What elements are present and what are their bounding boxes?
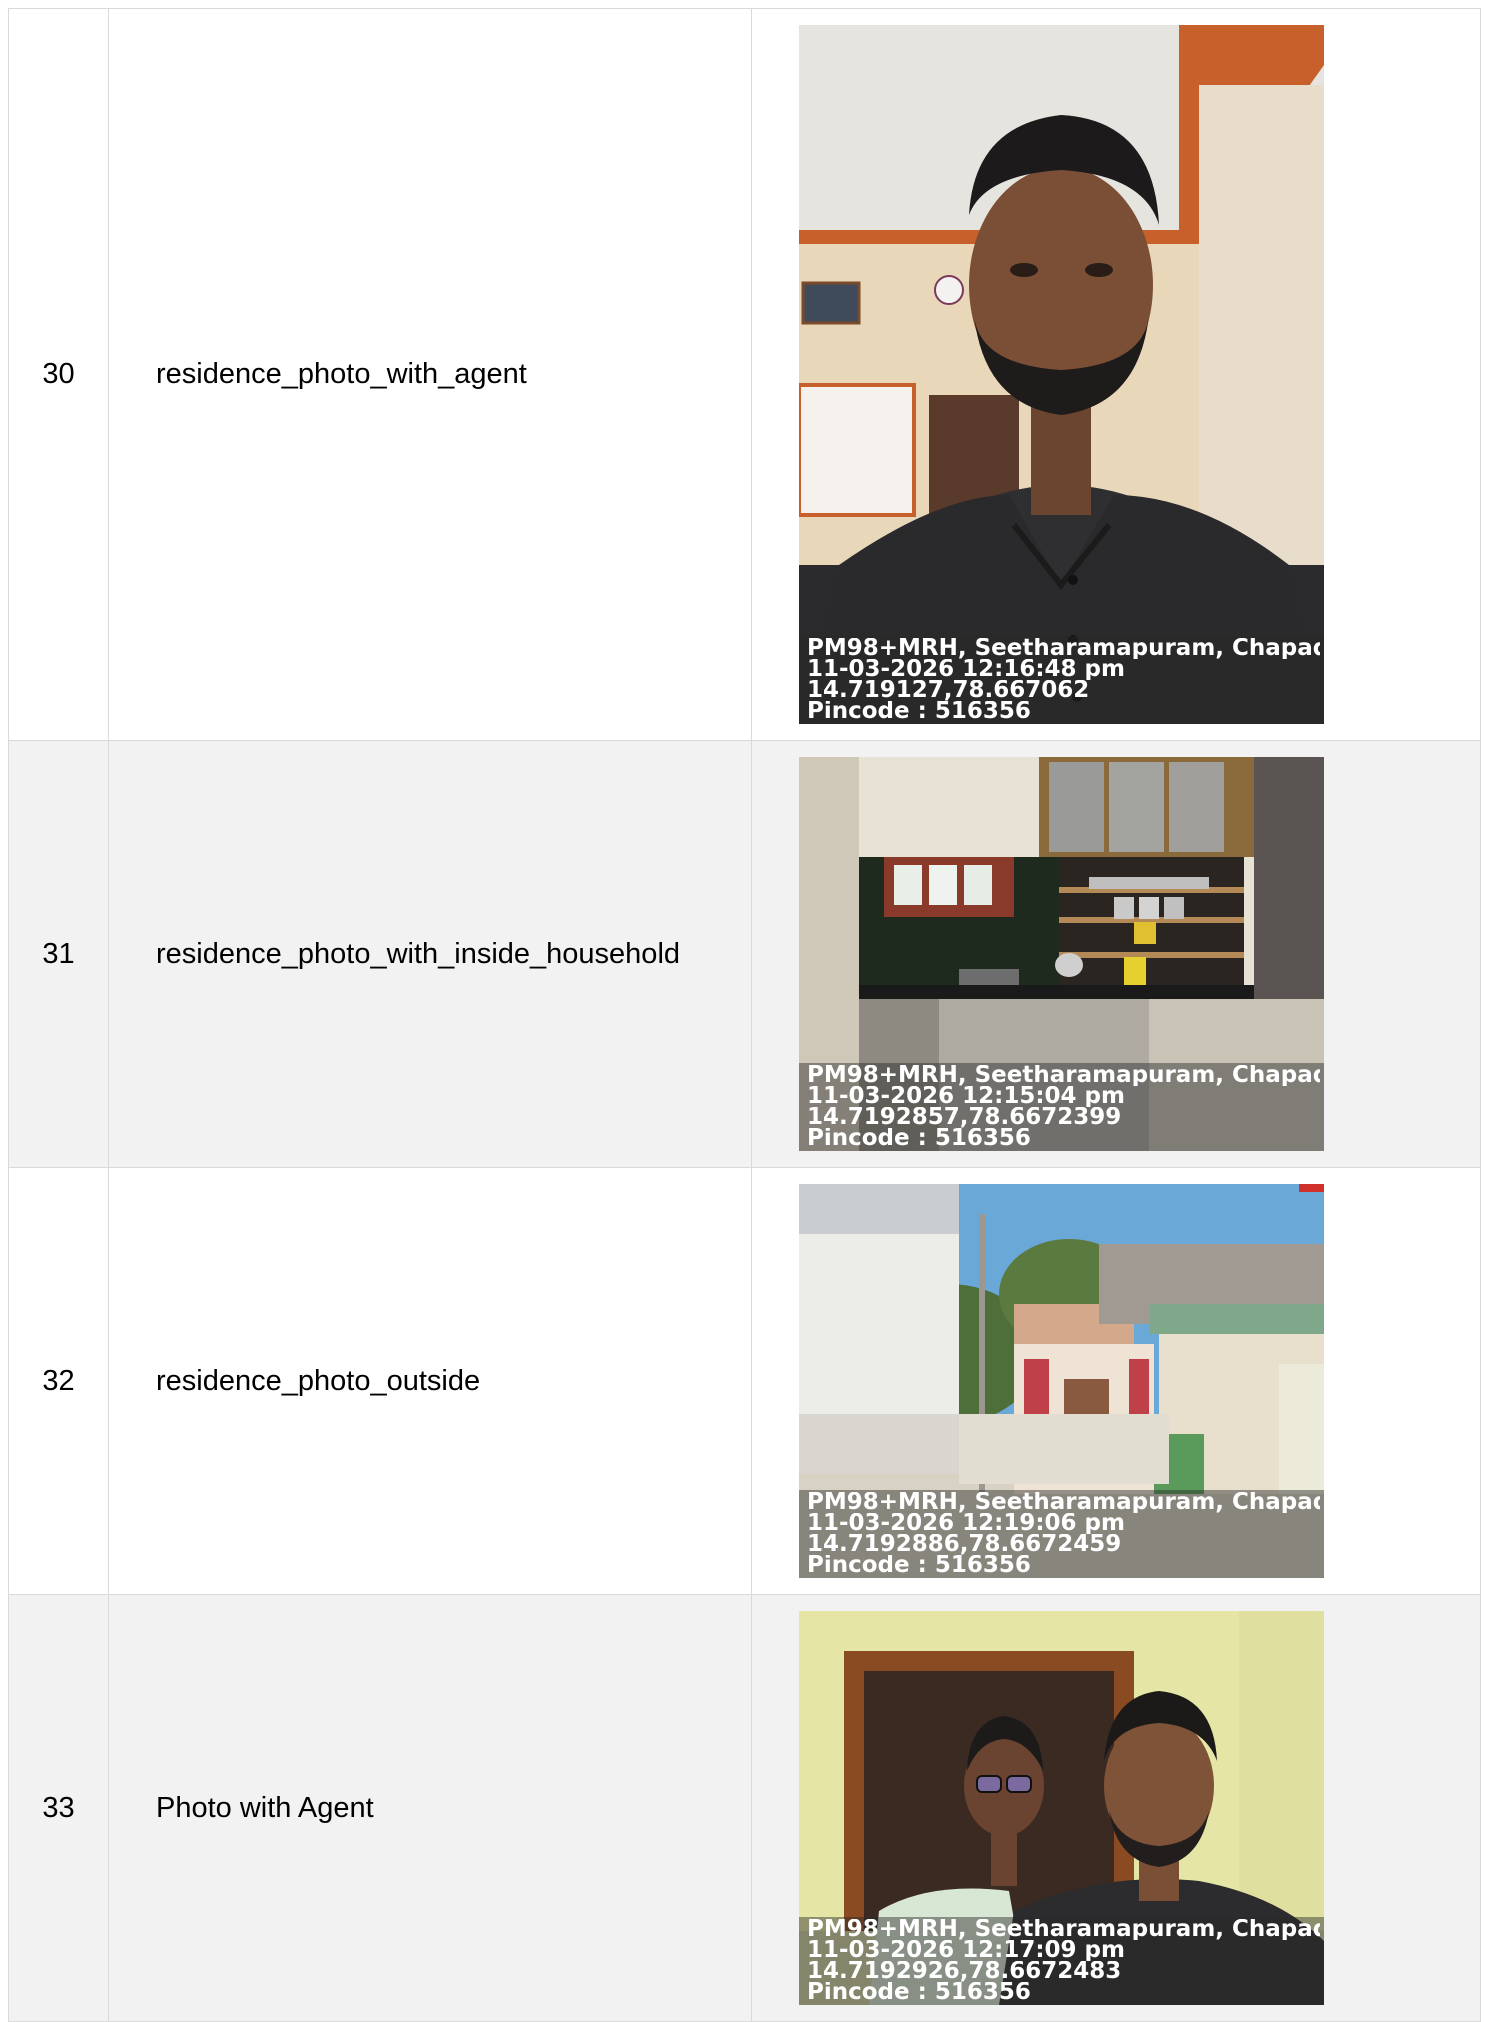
geo-stamp: PM98+MRH, Seetharamapuram, Chapadu 11-03… <box>799 636 1324 724</box>
stamp-datetime: 11-03-2026 12:19:06 pm <box>807 1513 1125 1534</box>
stamp-address: PM98+MRH, Seetharamapuram, Chapadu <box>807 638 1320 659</box>
table-row: 31 residence_photo_with_inside_household <box>8 740 1481 1168</box>
house-exterior-photo: PM98+MRH, Seetharamapuram, Chapad 11-03-… <box>799 1184 1324 1578</box>
two-people-photo: PM98+MRH, Seetharamapuram, Chapad 11-03-… <box>799 1611 1324 2005</box>
table-row: 32 residence_photo_outside PM98+MRH, See… <box>8 1167 1481 1595</box>
stamp-pincode: Pincode : 516356 <box>807 1555 1031 1576</box>
stamp-address: PM98+MRH, Seetharamapuram, Chapad <box>807 1492 1320 1513</box>
stamp-coordinates: 14.7192926,78.6672483 <box>807 1961 1122 1982</box>
row-label: residence_photo_with_agent <box>108 8 752 741</box>
row-label: Photo with Agent <box>108 1594 752 2022</box>
photo-cell: PM98+MRH, Seetharamapuram, Chapad 11-03-… <box>751 1167 1481 1595</box>
row-label: residence_photo_with_inside_household <box>108 740 752 1168</box>
agent-selfie-image <box>799 25 1324 724</box>
row-number: 30 <box>8 8 109 741</box>
stamp-pincode: Pincode : 516356 <box>807 1982 1031 2003</box>
geo-stamp: PM98+MRH, Seetharamapuram, Chapad 11-03-… <box>799 1917 1324 2005</box>
row-number: 33 <box>8 1594 109 2022</box>
agent-selfie-photo: PM98+MRH, Seetharamapuram, Chapadu 11-03… <box>799 25 1324 724</box>
stamp-pincode: Pincode : 516356 <box>807 1128 1031 1149</box>
photo-report-table: 30 residence_photo_with_agent PM98+MRH, … <box>8 8 1481 2022</box>
geo-stamp: PM98+MRH, Seetharamapuram, Chapad 11-03-… <box>799 1490 1324 1578</box>
table-row: 33 Photo with Agent PM98+MRH, Seetharama… <box>8 1594 1481 2022</box>
photo-cell: PM98+MRH, Seetharamapuram, Chapad 11-03-… <box>751 740 1481 1168</box>
stamp-coordinates: 14.719127,78.667062 <box>807 680 1090 701</box>
kitchen-interior-photo: PM98+MRH, Seetharamapuram, Chapad 11-03-… <box>799 757 1324 1151</box>
geo-stamp: PM98+MRH, Seetharamapuram, Chapad 11-03-… <box>799 1063 1324 1151</box>
stamp-coordinates: 14.7192857,78.6672399 <box>807 1107 1122 1128</box>
stamp-address: PM98+MRH, Seetharamapuram, Chapad <box>807 1919 1320 1940</box>
table-row: 30 residence_photo_with_agent PM98+MRH, … <box>8 8 1481 741</box>
row-number: 32 <box>8 1167 109 1595</box>
row-number: 31 <box>8 740 109 1168</box>
photo-cell: PM98+MRH, Seetharamapuram, Chapadu 11-03… <box>751 8 1481 741</box>
stamp-pincode: Pincode : 516356 <box>807 701 1031 722</box>
stamp-datetime: 11-03-2026 12:15:04 pm <box>807 1086 1125 1107</box>
stamp-coordinates: 14.7192886,78.6672459 <box>807 1534 1122 1555</box>
stamp-datetime: 11-03-2026 12:17:09 pm <box>807 1940 1125 1961</box>
stamp-datetime: 11-03-2026 12:16:48 pm <box>807 659 1125 680</box>
photo-cell: PM98+MRH, Seetharamapuram, Chapad 11-03-… <box>751 1594 1481 2022</box>
row-label: residence_photo_outside <box>108 1167 752 1595</box>
stamp-address: PM98+MRH, Seetharamapuram, Chapad <box>807 1065 1320 1086</box>
